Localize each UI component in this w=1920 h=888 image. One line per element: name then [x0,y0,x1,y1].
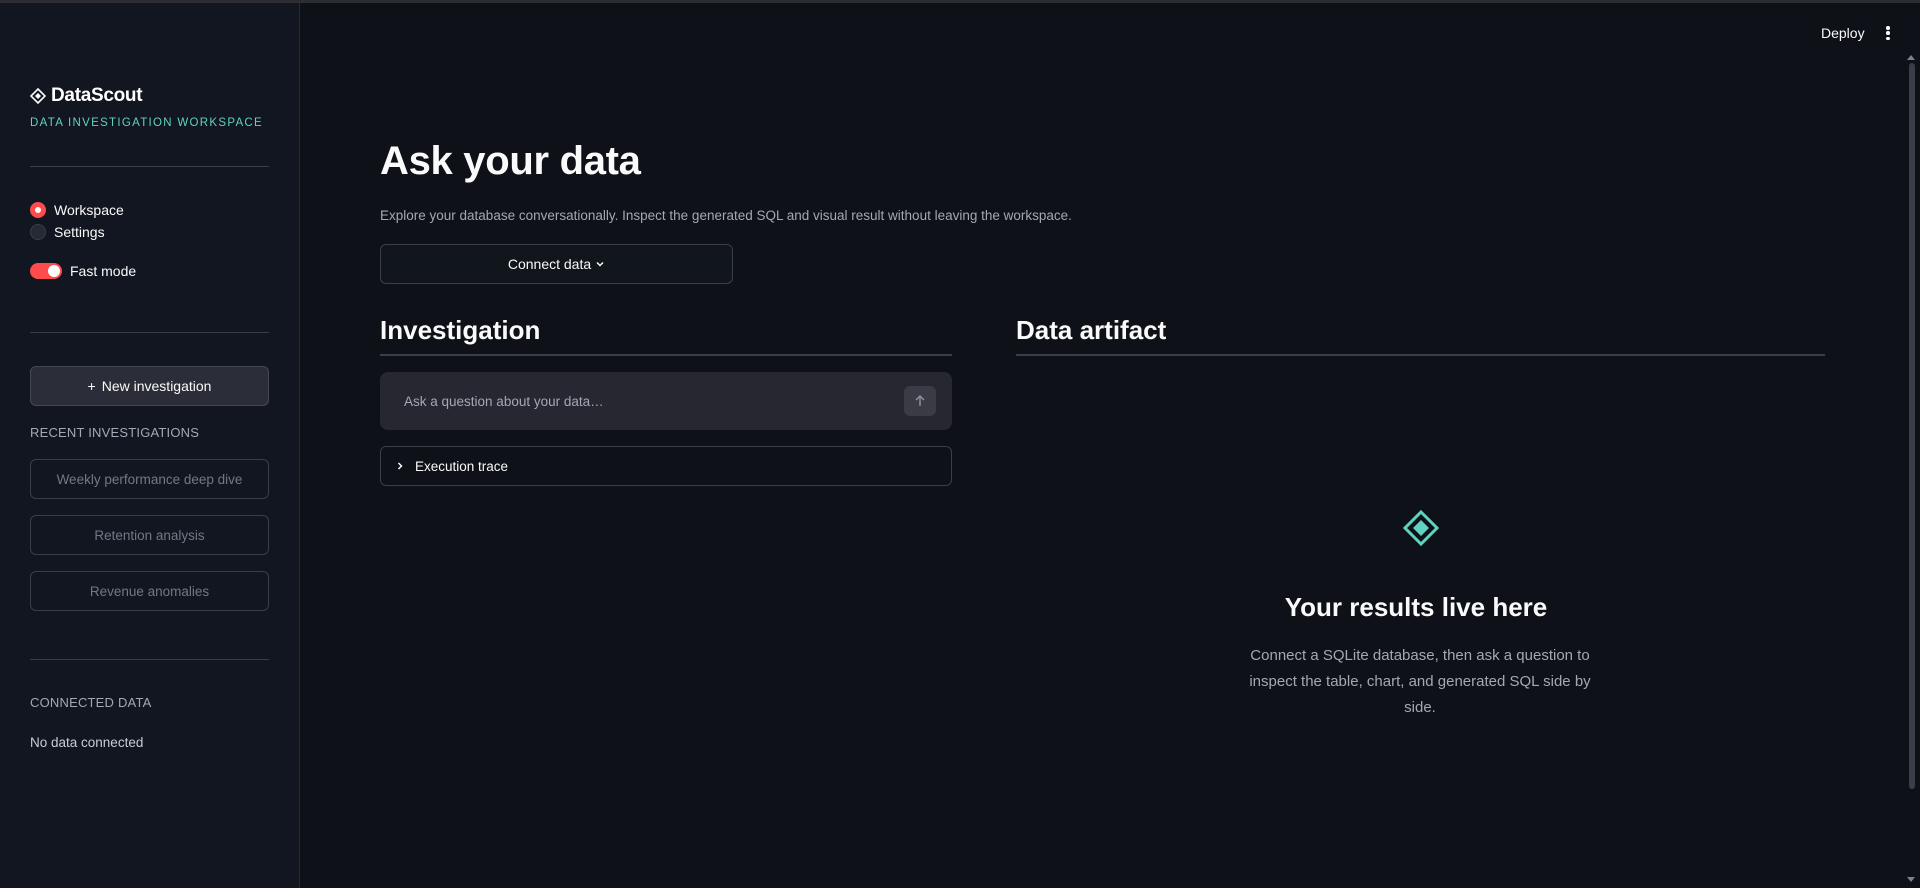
data-artifact-heading: Data artifact [1016,315,1167,345]
ask-question-input[interactable] [404,372,884,430]
chevron-right-icon [397,462,403,470]
scrollbar-thumb[interactable] [1909,63,1915,789]
kebab-dot [1886,36,1890,40]
new-investigation-button[interactable]: + New investigation [30,366,269,406]
nav-radio-settings[interactable]: Settings [30,224,105,240]
fast-mode-toggle[interactable]: Fast mode [30,263,136,279]
kebab-dot [1886,31,1890,35]
nav-radio-label: Settings [54,224,105,240]
sidebar-divider [30,659,269,660]
nav-radio-workspace[interactable]: Workspace [30,202,124,218]
radio-selected-icon [30,202,46,218]
scroll-down-arrow[interactable] [1907,877,1915,882]
diamond-placeholder-icon [1403,510,1439,546]
plus-icon: + [87,378,96,394]
toggle-label: Fast mode [70,263,137,279]
investigation-rule [380,354,952,356]
investigation-heading: Investigation [380,315,541,345]
nav-radio-label: Workspace [54,202,124,218]
deploy-button[interactable]: Deploy [1821,25,1865,41]
connect-data-button[interactable]: Connect data [380,244,733,284]
connected-data-status: No data connected [30,735,144,750]
brand-name: DataScout [51,85,143,106]
execution-trace-label: Execution trace [415,458,509,474]
recent-investigation-item[interactable]: Revenue anomalies [30,571,269,611]
recent-investigation-item[interactable]: Retention analysis [30,515,269,555]
sidebar: DataScout DATA INVESTIGATION WORKSPACE W… [0,3,300,888]
empty-state-text: Connect a SQLite database, then ask a qu… [1249,647,1591,716]
execution-trace-expander[interactable]: Execution trace [380,446,952,486]
brand-tagline: DATA INVESTIGATION WORKSPACE [30,117,263,129]
diamond-logo-icon [30,88,46,104]
scroll-up-arrow[interactable] [1907,55,1915,60]
recent-investigations-heading: RECENT INVESTIGATIONS [30,425,200,440]
connect-data-label: Connect data [507,256,592,272]
new-investigation-label: New investigation [101,378,212,394]
kebab-menu-icon[interactable] [1884,24,1892,42]
radio-unselected-icon [30,224,46,240]
app-window: DataScout DATA INVESTIGATION WORKSPACE W… [0,0,1920,888]
sidebar-divider [30,166,269,167]
recent-investigation-item[interactable]: Weekly performance deep dive [30,459,269,499]
arrow-up-icon [915,394,925,406]
brand: DataScout [30,85,143,107]
chevron-down-icon [596,261,604,267]
page-description: Explore your database conversationally. … [380,208,1072,223]
send-button[interactable] [904,386,936,416]
connected-data-heading: CONNECTED DATA [30,695,152,710]
chat-input-box [380,372,952,430]
sidebar-divider [30,332,269,333]
data-artifact-rule [1016,354,1825,356]
empty-state-title: Your results live here [1284,592,1548,622]
kebab-dot [1886,26,1890,30]
toggle-switch[interactable] [30,263,62,279]
page-title: Ask your data [380,139,641,183]
